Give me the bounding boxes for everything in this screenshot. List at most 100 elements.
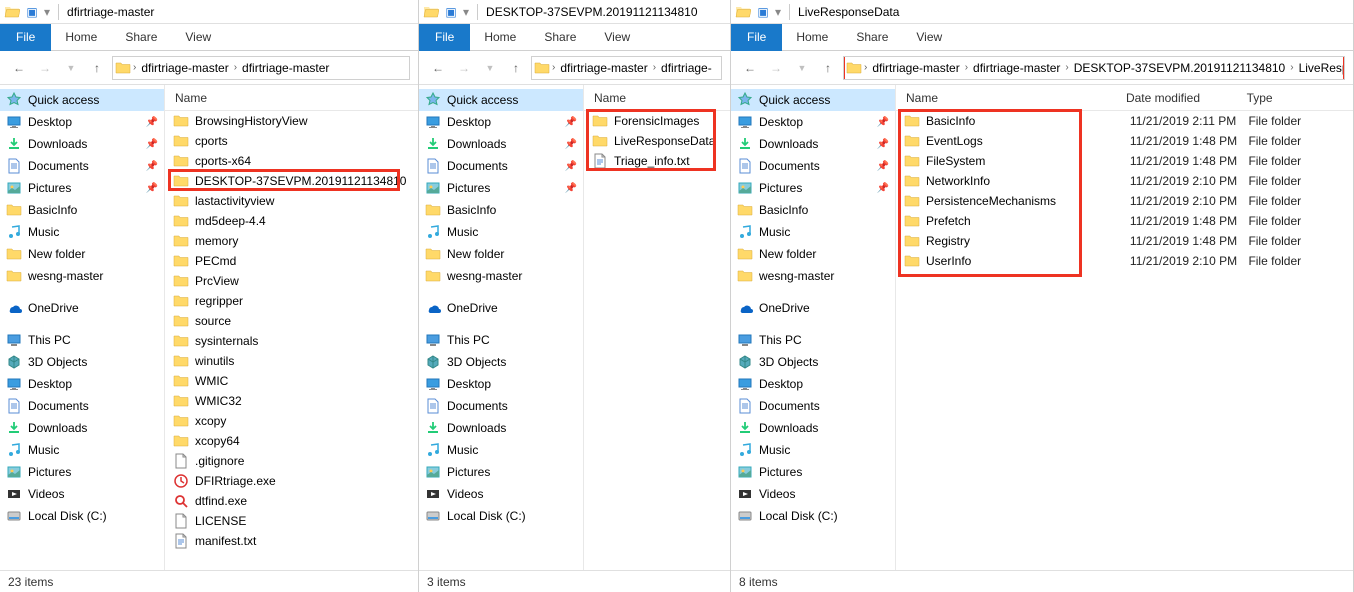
sidebar-documents[interactable]: Documents📌 [731,155,895,177]
breadcrumb-segment[interactable]: dfirtriage-master [239,61,332,75]
history-dropdown[interactable]: ▼ [791,57,813,79]
up-button[interactable]: ↑ [505,57,527,79]
file-row[interactable]: LiveResponseData [584,131,730,151]
sidebar-localdisk[interactable]: Local Disk (C:) [419,505,583,527]
sidebar-newfolder[interactable]: New folder [731,243,895,265]
sidebar-downloads[interactable]: Downloads📌 [731,133,895,155]
column-name[interactable]: Name [165,91,418,105]
tab-file[interactable]: File [731,24,782,51]
sidebar-music[interactable]: Music [0,221,164,243]
file-row[interactable]: cports [165,131,418,151]
history-dropdown[interactable]: ▼ [479,57,501,79]
file-row[interactable]: lastactivityview [165,191,418,211]
tab-view[interactable]: View [590,24,644,51]
back-button[interactable]: ← [427,57,449,79]
sidebar-downloads2[interactable]: Downloads [731,417,895,439]
sidebar-wesng[interactable]: wesng-master [419,265,583,287]
sidebar-videos[interactable]: Videos [731,483,895,505]
sidebar-localdisk[interactable]: Local Disk (C:) [731,505,895,527]
breadcrumb-segment[interactable]: dfirtriage-master [138,61,231,75]
file-row[interactable]: WMIC32 [165,391,418,411]
file-row[interactable]: Prefetch 11/21/2019 1:48 PM File folder [896,211,1353,231]
file-row[interactable]: BasicInfo 11/21/2019 2:11 PM File folder [896,111,1353,131]
sidebar-downloads[interactable]: Downloads📌 [0,133,164,155]
tab-share[interactable]: Share [111,24,171,51]
sidebar-documents2[interactable]: Documents [731,395,895,417]
sidebar-wesng[interactable]: wesng-master [731,265,895,287]
file-row[interactable]: DESKTOP-37SEVPM.20191121134810 [165,171,418,191]
sidebar-basicinfo[interactable]: BasicInfo [419,199,583,221]
sidebar-music[interactable]: Music [731,221,895,243]
breadcrumb-segment[interactable]: DESKTOP-37SEVPM.20191121134810 [1071,61,1288,75]
sidebar-localdisk[interactable]: Local Disk (C:) [0,505,164,527]
file-row[interactable]: DFIRtriage.exe [165,471,418,491]
titlebar[interactable]: ▣ ▾ LiveResponseData [731,0,1353,24]
file-row[interactable]: NetworkInfo 11/21/2019 2:10 PM File fold… [896,171,1353,191]
file-row[interactable]: cports-x64 [165,151,418,171]
sidebar-quick-access[interactable]: Quick access [731,89,895,111]
sidebar-documents[interactable]: Documents📌 [0,155,164,177]
file-row[interactable]: WMIC [165,371,418,391]
forward-button[interactable]: → [34,57,56,79]
file-row[interactable]: PrcView [165,271,418,291]
file-row[interactable]: PersistenceMechanisms 11/21/2019 2:10 PM… [896,191,1353,211]
sidebar-newfolder[interactable]: New folder [419,243,583,265]
sidebar-quick-access[interactable]: Quick access [0,89,164,111]
file-row[interactable]: LICENSE [165,511,418,531]
tab-home[interactable]: Home [51,24,111,51]
file-row[interactable]: .gitignore [165,451,418,471]
sidebar-music2[interactable]: Music [419,439,583,461]
tab-share[interactable]: Share [530,24,590,51]
breadcrumb[interactable]: › dfirtriage-master›dfirtriage- [531,56,722,80]
sidebar-basicinfo[interactable]: BasicInfo [731,199,895,221]
column-name[interactable]: Name [896,91,1126,105]
file-row[interactable]: UserInfo 11/21/2019 2:10 PM File folder [896,251,1353,271]
file-row[interactable]: PECmd [165,251,418,271]
tab-file[interactable]: File [0,24,51,51]
file-row[interactable]: md5deep-4.4 [165,211,418,231]
sidebar-documents2[interactable]: Documents [419,395,583,417]
sidebar-3d[interactable]: 3D Objects [731,351,895,373]
file-list[interactable]: Name ForensicImages LiveResponseData Tri… [584,85,730,570]
file-row[interactable]: xcopy64 [165,431,418,451]
file-row[interactable]: ForensicImages [584,111,730,131]
tab-file[interactable]: File [419,24,470,51]
sidebar-basicinfo[interactable]: BasicInfo [0,199,164,221]
titlebar[interactable]: ▣ ▾ DESKTOP-37SEVPM.20191121134810 [419,0,730,24]
tab-view[interactable]: View [902,24,956,51]
tab-share[interactable]: Share [842,24,902,51]
file-row[interactable]: dtfind.exe [165,491,418,511]
file-list[interactable]: NameDate modifiedType BasicInfo 11/21/20… [896,85,1353,570]
tab-view[interactable]: View [171,24,225,51]
column-type[interactable]: Type [1247,91,1353,105]
sidebar-desktop2[interactable]: Desktop [731,373,895,395]
file-row[interactable]: Triage_info.txt [584,151,730,171]
file-row[interactable]: sysinternals [165,331,418,351]
file-row[interactable]: FileSystem 11/21/2019 1:48 PM File folde… [896,151,1353,171]
sidebar-downloads[interactable]: Downloads📌 [419,133,583,155]
breadcrumb-segment[interactable]: dfirtriage-master [557,61,650,75]
sidebar-desktop[interactable]: Desktop📌 [0,111,164,133]
sidebar-videos[interactable]: Videos [419,483,583,505]
sidebar-pictures[interactable]: Pictures📌 [0,177,164,199]
sidebar-newfolder[interactable]: New folder [0,243,164,265]
file-row[interactable]: source [165,311,418,331]
sidebar-quick-access[interactable]: Quick access [419,89,583,111]
file-row[interactable]: manifest.txt [165,531,418,551]
sidebar-pictures2[interactable]: Pictures [731,461,895,483]
sidebar-desktop2[interactable]: Desktop [419,373,583,395]
back-button[interactable]: ← [739,57,761,79]
sidebar-documents2[interactable]: Documents [0,395,164,417]
sidebar-desktop[interactable]: Desktop📌 [731,111,895,133]
sidebar-pictures[interactable]: Pictures📌 [731,177,895,199]
file-list[interactable]: Name BrowsingHistoryView cports cports-x… [165,85,418,570]
sidebar-documents[interactable]: Documents📌 [419,155,583,177]
up-button[interactable]: ↑ [86,57,108,79]
sidebar-music[interactable]: Music [419,221,583,243]
back-button[interactable]: ← [8,57,30,79]
sidebar-pictures2[interactable]: Pictures [419,461,583,483]
sidebar-3d[interactable]: 3D Objects [419,351,583,373]
up-button[interactable]: ↑ [817,57,839,79]
sidebar-music2[interactable]: Music [731,439,895,461]
sidebar-pictures[interactable]: Pictures📌 [419,177,583,199]
